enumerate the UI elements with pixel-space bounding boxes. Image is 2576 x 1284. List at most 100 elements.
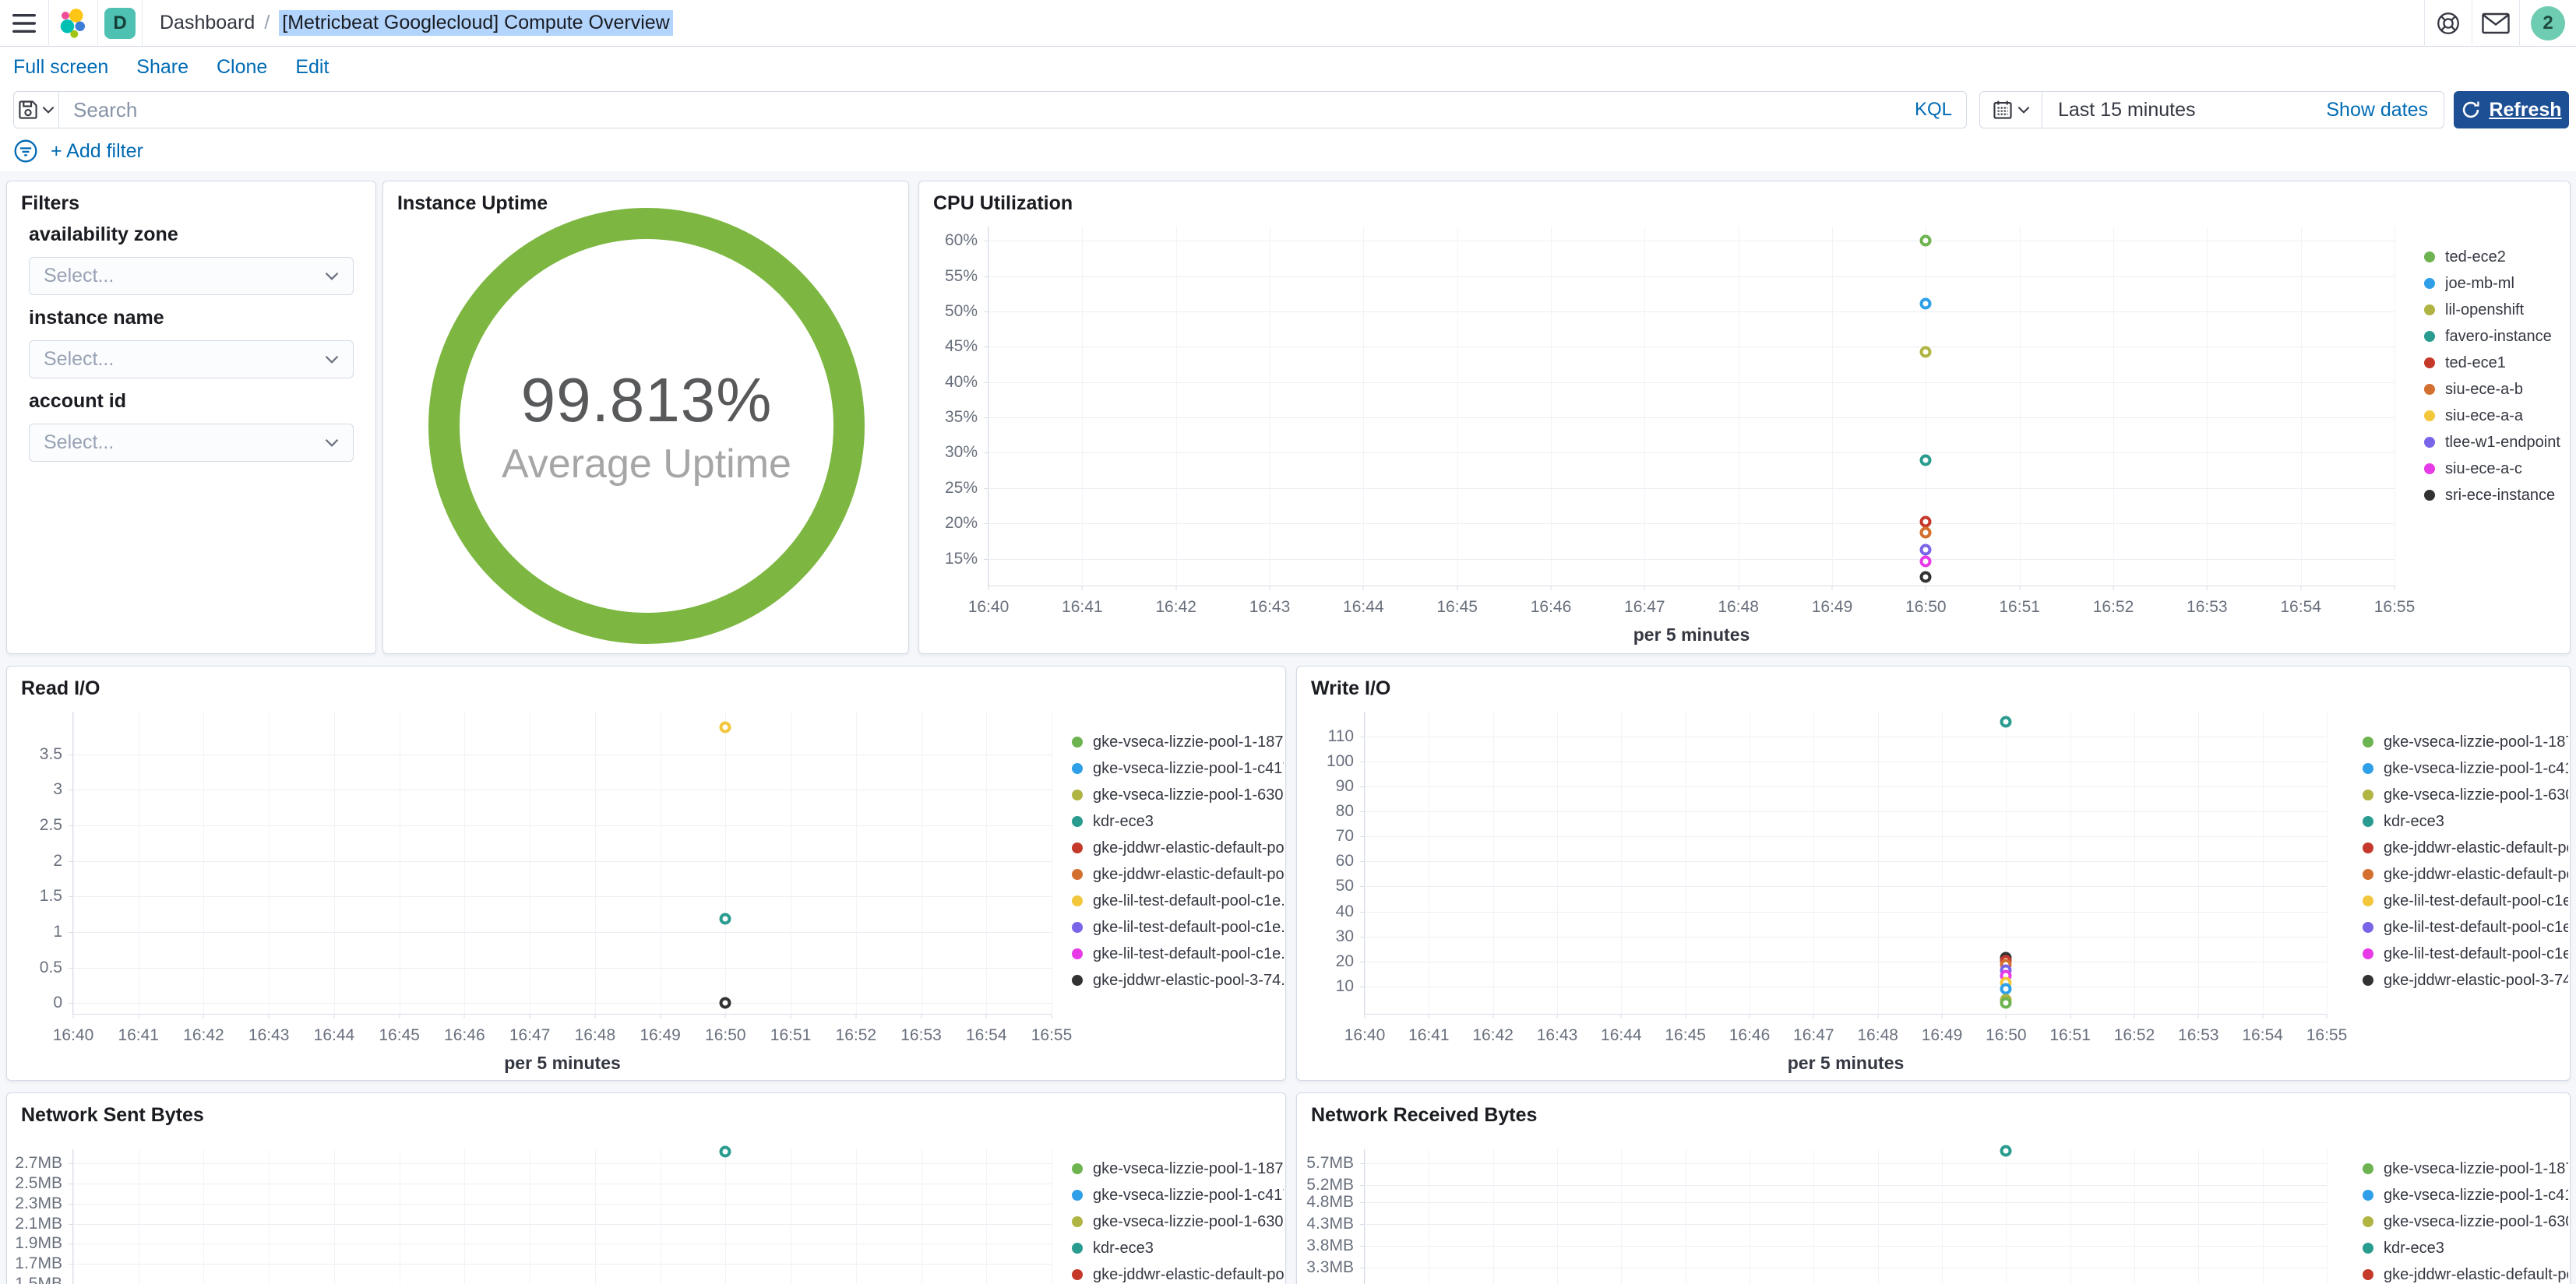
network-sent-bytes-panel: Network Sent Bytes 2.7MB 2.5MB 2.3MB 2.1MB 1… <box>6 1092 1286 1284</box>
show-dates-button[interactable]: Show dates <box>2326 99 2428 121</box>
legend-item[interactable]: gke-vseca-lizzie-pool-1-1877... <box>1072 1156 1284 1182</box>
legend-item[interactable]: sri-ece-instance <box>2424 482 2568 508</box>
x-tick-label: 16:51 <box>1999 598 2040 616</box>
clone-link[interactable]: Clone <box>217 56 267 79</box>
elastic-logo-button[interactable] <box>49 0 97 47</box>
x-tick-label: 16:49 <box>640 1026 681 1044</box>
refresh-button[interactable]: Refresh <box>2454 91 2569 128</box>
breadcrumb-dashboard-link[interactable]: Dashboard <box>160 12 255 34</box>
legend-item[interactable]: gke-jddwr-elastic-default-po... <box>2363 861 2568 888</box>
legend-item[interactable]: gke-jddwr-elastic-default-po... <box>1072 835 1284 861</box>
filter-icon[interactable] <box>13 139 38 164</box>
x-gridline <box>855 1149 857 1284</box>
legend-item[interactable]: ted-ece1 <box>2424 350 2568 376</box>
x-gridline <box>1363 227 1365 586</box>
x-tick-label: 16:53 <box>900 1026 942 1044</box>
menu-button[interactable] <box>0 0 48 47</box>
x-gridline <box>2134 1149 2135 1284</box>
legend-label: lil-openshift <box>2445 301 2525 318</box>
y-gridline <box>1365 1185 2327 1187</box>
legend-item[interactable]: gke-vseca-lizzie-pool-1-1877... <box>1072 729 1284 755</box>
legend-item[interactable]: gke-vseca-lizzie-pool-1-630... <box>2363 1208 2568 1235</box>
x-gridline <box>594 1149 596 1284</box>
legend-item[interactable]: gke-jddwr-elastic-pool-3-74... <box>1072 967 1284 994</box>
legend-label: kdr-ece3 <box>2384 1239 2444 1257</box>
account-id-select[interactable]: Select... <box>29 424 354 462</box>
legend-item[interactable]: gke-lil-test-default-pool-c1e... <box>2363 941 2568 967</box>
y-tick-label: 0 <box>53 994 62 1012</box>
y-tick-label: 15% <box>944 549 978 568</box>
legend-label: gke-vseca-lizzie-pool-1-c417... <box>1093 1186 1284 1204</box>
legend-item[interactable]: gke-vseca-lizzie-pool-1-630... <box>1072 782 1284 808</box>
instance-name-select[interactable]: Select... <box>29 340 354 378</box>
legend-item[interactable]: siu-ece-a-a <box>2424 403 2568 429</box>
filters-panel: Filters availability zone Select... inst… <box>6 181 376 654</box>
legend-item[interactable]: tlee-w1-endpoint <box>2424 429 2568 456</box>
x-tick-mark <box>2206 586 2208 590</box>
legend-item[interactable]: gke-jddwr-elastic-default-po... <box>2363 835 2568 861</box>
y-tick-label: 1 <box>53 923 62 941</box>
legend-item[interactable]: gke-jddwr-elastic-pool-3-74... <box>2363 967 2568 994</box>
legend-item[interactable]: gke-vseca-lizzie-pool-1-c417... <box>2363 1182 2568 1208</box>
legend-color-dot <box>1072 1190 1083 1201</box>
x-axis-label: per 5 minutes <box>1633 624 1750 645</box>
legend-item[interactable]: gke-jddwr-elastic-default-po... <box>1072 1261 1284 1284</box>
legend-item[interactable]: gke-vseca-lizzie-pool-1-c417... <box>1072 755 1284 782</box>
space-switcher-button[interactable]: D <box>98 0 142 47</box>
y-tick-label: 1.9MB <box>15 1234 62 1253</box>
legend-item[interactable]: siu-ece-a-b <box>2424 376 2568 403</box>
legend-item[interactable]: lil-openshift <box>2424 297 2568 323</box>
query-language-button[interactable]: KQL <box>1915 99 1952 121</box>
legend-item[interactable]: gke-jddwr-elastic-default-po... <box>1072 861 1284 888</box>
legend-item[interactable]: favero-instance <box>2424 323 2568 350</box>
legend-item[interactable]: gke-lil-test-default-pool-c1e... <box>1072 888 1284 914</box>
x-gridline <box>1551 227 1552 586</box>
legend-color-dot <box>2363 1269 2373 1280</box>
x-tick-label: 16:42 <box>183 1026 224 1044</box>
y-gridline <box>73 860 1052 862</box>
search-input[interactable]: Search KQL <box>58 91 1967 128</box>
legend-item[interactable]: gke-vseca-lizzie-pool-1-1877... <box>2363 1156 2568 1182</box>
x-tick-mark <box>72 1014 74 1018</box>
legend-item[interactable]: gke-lil-test-default-pool-c1e... <box>2363 888 2568 914</box>
legend-color-dot <box>2424 357 2435 368</box>
date-quick-select-button[interactable] <box>1980 92 2042 128</box>
legend-item[interactable]: gke-vseca-lizzie-pool-1-630... <box>1072 1208 1284 1235</box>
legend-item[interactable]: kdr-ece3 <box>1072 808 1284 835</box>
availability-zone-select[interactable]: Select... <box>29 257 354 295</box>
legend-item[interactable]: kdr-ece3 <box>2363 1235 2568 1261</box>
x-tick-mark <box>268 1014 270 1018</box>
legend-item[interactable]: siu-ece-a-c <box>2424 456 2568 482</box>
share-link[interactable]: Share <box>136 56 189 79</box>
full-screen-link[interactable]: Full screen <box>13 56 108 79</box>
time-range-value[interactable]: Last 15 minutes <box>2058 99 2326 121</box>
legend: gke-vseca-lizzie-pool-1-1877... gke-vseca… <box>2363 1156 2568 1284</box>
legend-item[interactable]: gke-vseca-lizzie-pool-1-1877... <box>2363 729 2568 755</box>
legend-color-dot <box>1072 975 1083 986</box>
legend-item[interactable]: gke-lil-test-default-pool-c1e... <box>2363 914 2568 941</box>
legend-item[interactable]: gke-jddwr-elastic-default-po... <box>2363 1261 2568 1284</box>
legend-item[interactable]: gke-vseca-lizzie-pool-1-c417... <box>1072 1182 1284 1208</box>
legend-item[interactable]: gke-lil-test-default-pool-c1e... <box>1072 914 1284 941</box>
chevron-down-icon <box>42 106 55 114</box>
y-tick-label: 20% <box>944 514 978 533</box>
legend-item[interactable]: gke-vseca-lizzie-pool-1-630... <box>2363 782 2568 808</box>
legend-item[interactable]: joe-mb-ml <box>2424 270 2568 297</box>
legend-color-dot <box>2424 437 2435 448</box>
legend-item[interactable]: kdr-ece3 <box>1072 1235 1284 1261</box>
help-button[interactable] <box>2425 0 2472 47</box>
saved-query-menu-button[interactable] <box>13 91 58 128</box>
add-filter-button[interactable]: + Add filter <box>51 140 143 163</box>
y-tick-label: 50% <box>944 301 978 320</box>
newsfeed-button[interactable] <box>2472 0 2519 47</box>
legend-item[interactable]: gke-lil-test-default-pool-c1e... <box>1072 941 1284 967</box>
legend-item[interactable]: ted-ece2 <box>2424 244 2568 270</box>
x-tick-label: 16:55 <box>2373 598 2416 616</box>
data-point <box>2000 983 2012 995</box>
x-gridline <box>1877 712 1879 1014</box>
user-avatar[interactable]: 2 <box>2531 5 2565 40</box>
legend-item[interactable]: kdr-ece3 <box>2363 808 2568 835</box>
edit-link[interactable]: Edit <box>295 56 329 79</box>
x-gridline <box>2262 712 2264 1014</box>
legend-item[interactable]: gke-vseca-lizzie-pool-1-c417... <box>2363 755 2568 782</box>
